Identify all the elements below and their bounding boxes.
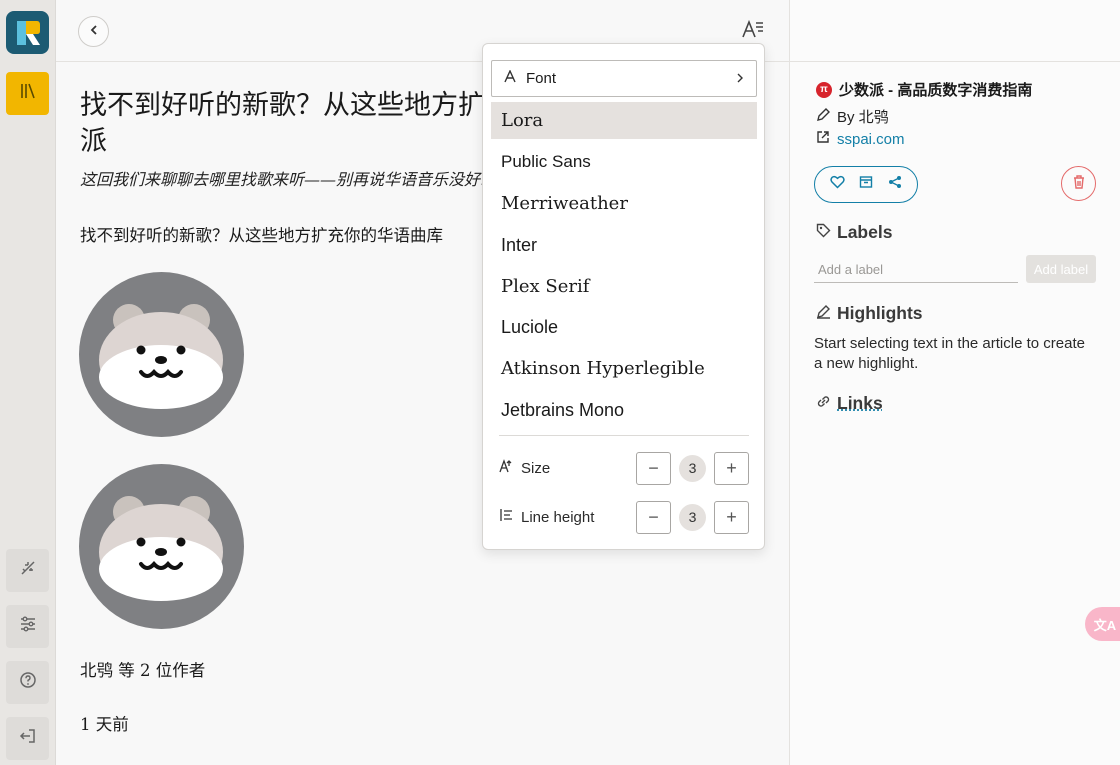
- sliders-icon: [19, 615, 37, 638]
- site-name: 少数派 - 高品质数字消费指南: [839, 79, 1032, 100]
- back-button[interactable]: [78, 16, 109, 47]
- font-option-plex-serif[interactable]: Plex Serif: [491, 268, 757, 305]
- logout-button[interactable]: [6, 717, 49, 760]
- heart-icon[interactable]: [830, 175, 845, 194]
- site-row: π 少数派 - 高品质数字消费指南: [816, 79, 1032, 100]
- left-rail: [0, 0, 56, 765]
- link-icon: [816, 393, 831, 414]
- size-control: Size − 3 +: [499, 451, 749, 485]
- labels-heading-text: Labels: [837, 222, 892, 243]
- font-option-jetbrains-mono[interactable]: Jetbrains Mono: [491, 392, 757, 429]
- font-menu-header[interactable]: Font: [491, 60, 757, 97]
- links-heading-text[interactable]: Links: [837, 393, 883, 414]
- article-authors: 北鸮 等 2 位作者: [80, 657, 205, 681]
- font-letter-icon: [504, 70, 516, 87]
- font-menu-label: Font: [526, 70, 736, 87]
- help-button[interactable]: [6, 661, 49, 704]
- author-row: By 北鸮: [816, 106, 889, 127]
- tag-icon: [816, 222, 831, 243]
- archive-icon[interactable]: [859, 175, 873, 194]
- font-size-icon: [499, 459, 513, 477]
- author-avatar: [79, 272, 244, 437]
- highlights-empty-text: Start selecting text in the article to c…: [814, 334, 1094, 374]
- library-icon: [19, 82, 37, 105]
- line-height-label: Line height: [521, 509, 636, 526]
- site-favicon-icon: π: [816, 82, 832, 98]
- source-link[interactable]: sspai.com: [837, 131, 905, 148]
- logout-icon: [19, 727, 37, 750]
- size-increase-button[interactable]: +: [714, 452, 749, 485]
- panel-topbar: [790, 0, 1120, 62]
- help-icon: [19, 671, 37, 694]
- trash-icon: [1072, 174, 1086, 194]
- url-row: sspai.com: [816, 130, 905, 148]
- external-link-icon: [816, 130, 830, 148]
- action-pill: [814, 166, 918, 203]
- settings-button[interactable]: [6, 605, 49, 648]
- highlighter-icon: [816, 303, 831, 324]
- line-height-value: 3: [679, 504, 706, 531]
- font-settings-popover: Font Lora Public Sans Merriweather Inter…: [482, 43, 765, 550]
- font-option-luciole[interactable]: Luciole: [491, 309, 757, 346]
- font-option-atkinson-hyperlegible[interactable]: Atkinson Hyperlegible: [491, 350, 757, 387]
- size-label: Size: [521, 460, 636, 477]
- font-option-lora[interactable]: Lora: [491, 102, 757, 139]
- author-avatar: [79, 464, 244, 629]
- pen-icon: [816, 108, 830, 126]
- library-button[interactable]: [6, 72, 49, 115]
- delete-button[interactable]: [1061, 166, 1096, 201]
- author-byline: By 北鸮: [837, 106, 889, 127]
- chevron-right-icon: [736, 70, 744, 87]
- font-option-merriweather[interactable]: Merriweather: [491, 185, 757, 222]
- line-height-increase-button[interactable]: +: [714, 501, 749, 534]
- font-option-public-sans[interactable]: Public Sans: [491, 143, 757, 180]
- popover-divider: [499, 435, 749, 436]
- line-height-control: Line height − 3 +: [499, 500, 749, 534]
- label-input[interactable]: [814, 256, 1018, 283]
- chevron-left-icon: [88, 23, 100, 41]
- article-time: 1 天前: [80, 711, 129, 735]
- links-heading: Links: [816, 393, 883, 414]
- add-label-button[interactable]: Add label: [1026, 255, 1096, 283]
- logo-icon[interactable]: [6, 11, 49, 54]
- translate-button[interactable]: 文A: [1085, 607, 1120, 641]
- sparkle-off-button[interactable]: [6, 549, 49, 592]
- highlights-heading: Highlights: [816, 303, 923, 324]
- font-settings-icon: [742, 19, 764, 44]
- size-decrease-button[interactable]: −: [636, 452, 671, 485]
- font-settings-button[interactable]: [740, 18, 766, 44]
- line-height-decrease-button[interactable]: −: [636, 501, 671, 534]
- info-panel: π 少数派 - 高品质数字消费指南 By 北鸮 sspai.com Labels…: [789, 0, 1120, 765]
- highlights-heading-text: Highlights: [837, 303, 923, 324]
- article-paragraph: 找不到好听的新歌？从这些地方扩充你的华语曲库: [80, 222, 443, 246]
- size-value: 3: [679, 455, 706, 482]
- sparkle-off-icon: [19, 559, 37, 582]
- align-left-icon: [499, 508, 513, 526]
- font-option-inter[interactable]: Inter: [491, 227, 757, 264]
- share-icon[interactable]: [888, 175, 902, 194]
- labels-heading: Labels: [816, 222, 892, 243]
